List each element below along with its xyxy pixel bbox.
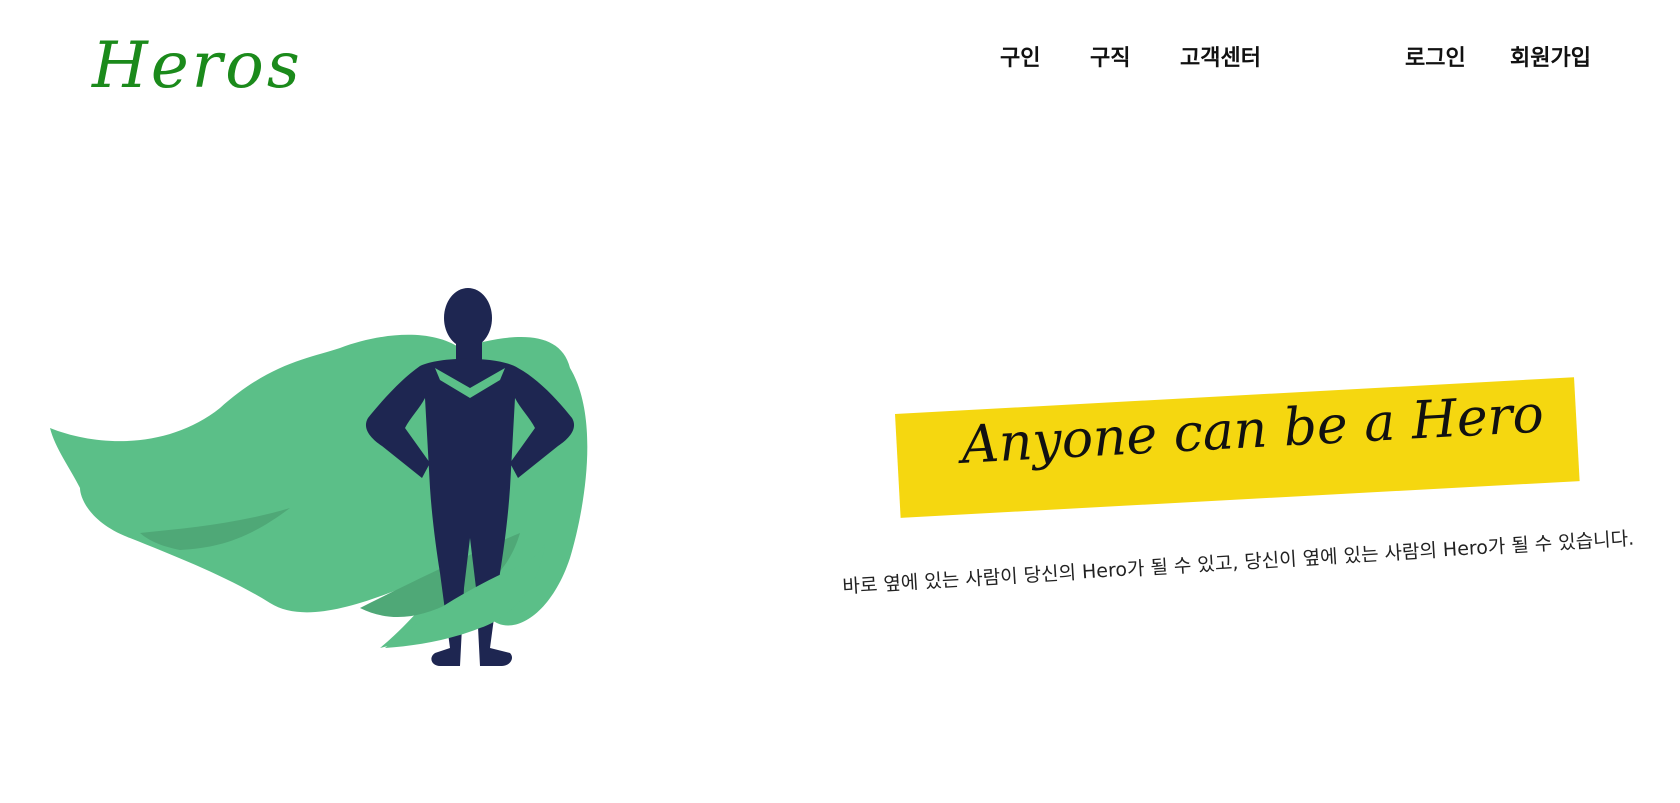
site-header: Heros 구인 구직 고객센터 로그인 회원가입 <box>0 0 1680 130</box>
nav-item-job-search[interactable]: 구직 <box>1090 48 1130 70</box>
nav-item-login[interactable]: 로그인 <box>1405 48 1466 70</box>
superhero-with-cape-icon <box>50 288 588 666</box>
site-logo[interactable]: Heros <box>92 34 303 98</box>
nav-item-signup[interactable]: 회원가입 <box>1510 48 1591 70</box>
nav-item-customer-center[interactable]: 고객센터 <box>1180 48 1261 70</box>
nav-item-hire[interactable]: 구인 <box>1000 48 1040 70</box>
hero-subtitle: 바로 옆에 있는 사람이 당신의 Hero가 될 수 있고, 당신이 옆에 있는… <box>841 527 1635 598</box>
hero-neck <box>456 338 482 360</box>
